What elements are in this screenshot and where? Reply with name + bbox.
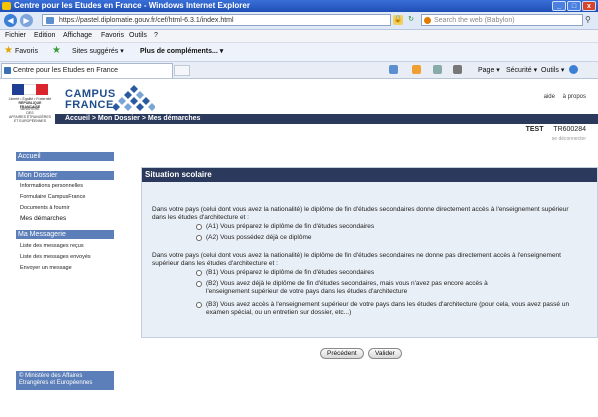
sidebar-item-messages-recus[interactable]: Liste des messages reçus [20,243,84,250]
tools-menu[interactable]: Outils ▾ [541,66,564,75]
ministry-emblem: Liberté • Égalité • Fraternité RÉPUBLIQU… [8,84,52,124]
sidebar-accueil-label: Accueil [18,153,41,160]
flag-red [36,84,48,95]
flag-blue [12,84,24,95]
address-field[interactable]: https://pastel.diplomatie.gouv.fr/cef/ht… [42,14,391,26]
tab-row: Centre pour les Etudes en France Page ▾ … [0,62,598,79]
close-button[interactable]: x [582,1,596,11]
option-b1-label[interactable]: (B1) Vous préparez le diplôme de fin d'é… [206,269,576,277]
ie-icon [2,2,11,10]
tab-title: Centre pour les Etudes en France [13,67,119,74]
mail-icon[interactable] [433,65,442,74]
question-b: Dans votre pays (celui dont vous avez la… [152,252,561,267]
user-info: TEST TR600284 [526,126,586,133]
radio-b3[interactable] [196,302,202,308]
sidebar-item-formulaire[interactable]: Formulaire CampusFrance [20,194,85,201]
sidebar-accueil[interactable]: Accueil [16,152,114,161]
menu-favoris[interactable]: Favoris [101,31,124,41]
new-tab-button[interactable] [174,65,190,76]
back-button[interactable]: ◀ [4,14,17,27]
menu-fichier[interactable]: Fichier [5,31,26,41]
panel-title: Situation scolaire [145,170,212,179]
previous-button[interactable]: Précédent [320,348,364,359]
logo-line2: FRANCE [65,99,114,111]
campus-france-diamonds-icon [113,85,155,111]
top-links: aide à propos [538,94,586,100]
favorites-button[interactable]: Favoris [15,47,38,57]
radio-a1[interactable] [196,224,202,230]
url-text: https://pastel.diplomatie.gouv.fr/cef/ht… [59,17,234,24]
option-b3-label[interactable]: (B3) Vous avez accès à l'enseignement su… [206,301,581,317]
addons-link[interactable]: Plus de compléments... ▾ [140,47,223,57]
panel-header: Situation scolaire [142,168,597,182]
menu-bar: Fichier Edition Affichage Favoris Outils… [0,30,598,43]
search-input[interactable]: Search the web (Babylon) [421,14,583,26]
breadcrumb: Accueil > Mon Dossier > Mes démarches [65,115,201,122]
maximize-button[interactable]: □ [567,1,581,11]
security-menu[interactable]: Sécurité ▾ [506,66,537,75]
menu-edition[interactable]: Edition [34,31,55,41]
sidebar-item-documents[interactable]: Documents à fournir [20,205,70,212]
flag-white [24,84,36,95]
window-title: Centre pour les Etudes en France - Windo… [14,1,250,10]
sidebar-item-envoyer-message[interactable]: Envoyer un message [20,265,72,272]
sidebar-footer: © Ministère des Affaires Etrangères et E… [16,371,114,390]
page-menu[interactable]: Page ▾ [478,66,500,75]
home-icon[interactable] [389,65,398,74]
forward-button[interactable]: ▶ [20,14,33,27]
menu-help[interactable]: ? [154,31,158,41]
address-bar-row: ◀ ▶ https://pastel.diplomatie.gouv.fr/ce… [0,12,598,30]
favorites-star-icon: ★ [4,45,13,56]
breadcrumb-bar: Accueil > Mon Dossier > Mes démarches [55,114,598,124]
print-icon[interactable] [453,65,462,74]
emblem-line6: ET EUROPÉENNES [13,119,47,123]
sidebar-item-informations[interactable]: Informations personnelles [20,183,83,190]
sidebar-mon-dossier-label: Mon Dossier [18,172,58,179]
refresh-icon[interactable]: ↻ [406,15,416,25]
window-title-bar: Centre pour les Etudes en France - Windo… [0,0,598,12]
page-icon [46,17,54,24]
disconnect-link[interactable]: se déconnecter [552,136,586,142]
menu-affichage[interactable]: Affichage [63,31,92,41]
user-id: TR600284 [553,126,586,133]
about-link[interactable]: à propos [563,94,586,100]
web-page: Liberté • Égalité • Fraternité RÉPUBLIQU… [0,79,598,417]
radio-a2[interactable] [196,235,202,241]
campus-france-logo[interactable]: CAMPUS FRANCE [65,89,116,111]
suggested-sites-link[interactable]: Sites suggérés ▾ [72,47,124,57]
option-b2-label[interactable]: (B2) Vous avez déjà le diplôme de fin d'… [206,280,506,296]
validate-button[interactable]: Valider [368,348,402,359]
sidebar-item-messages-envoyes[interactable]: Liste des messages envoyés [20,254,91,261]
user-name: TEST [525,126,544,133]
lock-icon[interactable]: 🔒 [393,15,403,25]
radio-b1[interactable] [196,270,202,276]
question-a: Dans votre pays (celui dont vous avez la… [152,206,569,221]
radio-b2[interactable] [196,281,202,287]
sidebar-ma-messagerie[interactable]: Ma Messagerie [16,230,114,239]
search-icon[interactable]: ⚲ [585,15,595,25]
menu-outils[interactable]: Outils [129,31,147,41]
minimize-button[interactable]: _ [552,1,566,11]
add-favorite-icon[interactable]: ★ [52,46,61,56]
help-link[interactable]: aide [544,94,555,100]
babylon-icon [424,17,431,24]
sidebar-item-demarches[interactable]: Mes démarches [20,215,66,222]
sidebar-mon-dossier[interactable]: Mon Dossier [16,171,114,180]
favorites-bar: ★ Favoris ★ Sites suggérés ▾ Plus de com… [0,43,598,62]
browser-tab[interactable]: Centre pour les Etudes en France [1,63,173,78]
option-a2-label[interactable]: (A2) Vous possédez déjà ce diplôme [206,234,576,242]
option-a1-label[interactable]: (A1) Vous préparez le diplôme de fin d'é… [206,223,576,231]
tab-favicon [4,67,11,74]
help-icon[interactable] [569,65,578,74]
feeds-icon[interactable] [412,65,421,74]
situation-scolaire-panel: Situation scolaire Dans votre pays (celu… [141,167,598,338]
sidebar-ma-messagerie-label: Ma Messagerie [18,231,66,238]
search-placeholder: Search the web (Babylon) [434,17,515,24]
